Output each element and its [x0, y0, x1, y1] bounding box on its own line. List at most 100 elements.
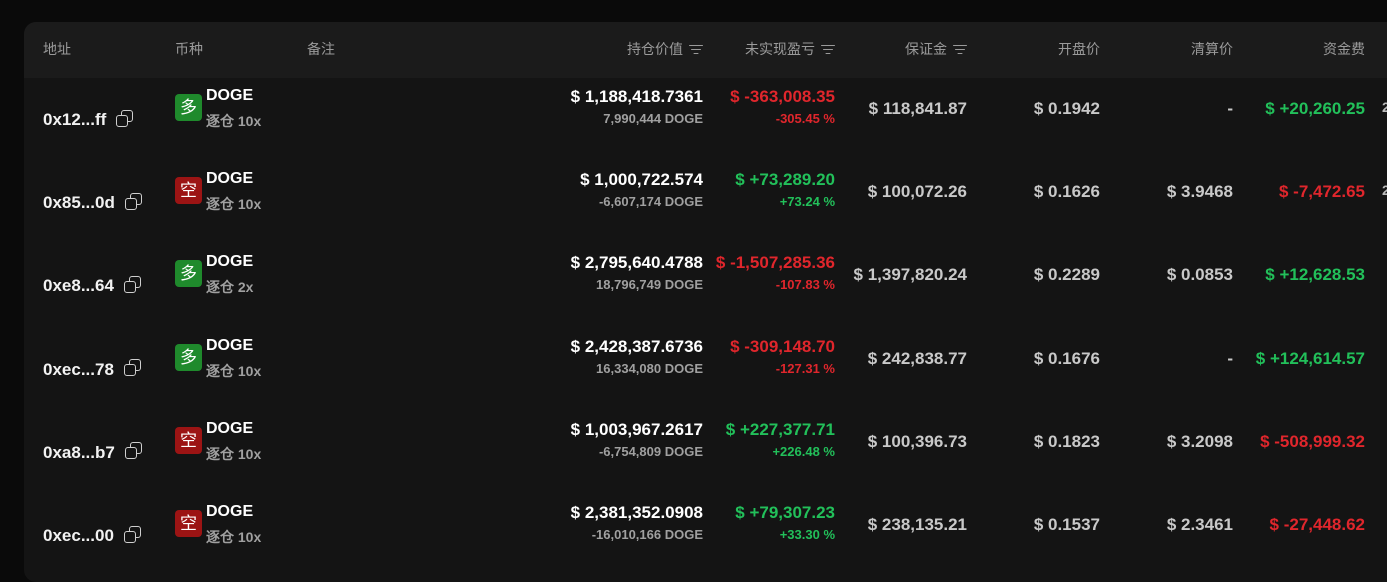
side-badge: 空 [175, 177, 202, 205]
margin-value: $ 100,396.73 [867, 431, 967, 451]
entry-price: $ 0.1626 [1033, 182, 1100, 202]
liq-price: - [1227, 99, 1233, 118]
address-cell: 0xec...00 [43, 494, 142, 577]
coin-name[interactable]: DOGE [206, 253, 253, 271]
entry-price: $ 0.1676 [1033, 348, 1100, 368]
funding-fee: $ -27,448.62 [1269, 515, 1365, 534]
unrealized-pnl-percent: -305.45 % [775, 111, 835, 126]
position-value: $ 2,381,352.0908 [570, 503, 703, 522]
header-unrealized-pnl[interactable]: 未实现盈亏 [745, 22, 835, 78]
positions-table: 地址 币种 备注 持仓价值 未实现盈亏 保证金 开盘价 清算价 资金费 0x12… [24, 22, 1387, 582]
address-cell: 0xec...78 [43, 328, 142, 411]
header-unrealized-pnl-label: 未实现盈亏 [745, 41, 815, 57]
unrealized-pnl: $ +73,289.20 [735, 170, 835, 190]
cut-off-column-value: 2 [1382, 99, 1387, 115]
table-row[interactable]: 0xec...78 多 DOGE 逐仓 10x $ 2,428,387.6736… [24, 328, 1387, 411]
table-row[interactable]: 0x12...ff 多 DOGE 逐仓 10x $ 1,188,418.7361… [24, 78, 1387, 161]
margin-value: $ 100,072.26 [867, 182, 967, 202]
address-text[interactable]: 0x85...0d [43, 193, 115, 212]
address-cell: 0xe8...64 [43, 244, 142, 327]
position-qty: 16,334,080 DOGE [596, 360, 703, 376]
position-qty: -16,010,166 DOGE [591, 527, 703, 542]
unrealized-pnl: $ -363,008.35 [730, 87, 835, 106]
unrealized-pnl: $ +227,377.71 [725, 419, 835, 439]
unrealized-pnl: $ -1,507,285.36 [715, 253, 835, 273]
entry-price: $ 0.2289 [1033, 265, 1100, 285]
side-badge: 空 [175, 510, 202, 537]
coin-name[interactable]: DOGE [206, 337, 253, 355]
address-text[interactable]: 0xec...00 [43, 526, 114, 545]
margin-mode: 逐仓 10x [206, 113, 262, 129]
sort-filter-icon[interactable] [821, 44, 835, 55]
header-entry-price: 开盘价 [1058, 41, 1100, 57]
header-funding: 资金费 [1323, 41, 1365, 57]
coin-name[interactable]: DOGE [206, 87, 253, 105]
margin-value: $ 118,841.87 [868, 99, 967, 118]
liq-price: $ 0.0853 [1166, 265, 1233, 285]
coin-name[interactable]: DOGE [206, 420, 253, 438]
margin-mode: 逐仓 2x [206, 279, 254, 296]
position-qty: 7,990,444 DOGE [603, 111, 703, 126]
copy-icon[interactable] [123, 525, 142, 544]
copy-icon[interactable] [124, 442, 143, 460]
funding-fee: $ -508,999.32 [1260, 431, 1365, 451]
header-note: 备注 [307, 41, 335, 57]
margin-mode: 逐仓 10x [206, 362, 262, 379]
unrealized-pnl: $ -309,148.70 [730, 336, 835, 356]
header-address: 地址 [43, 41, 71, 57]
margin-value: $ 238,135.21 [867, 515, 967, 534]
header-liq-price: 清算价 [1191, 41, 1233, 57]
unrealized-pnl-percent: +226.48 % [772, 443, 835, 459]
liq-price: $ 3.9468 [1166, 182, 1233, 202]
sort-filter-icon[interactable] [953, 44, 967, 55]
header-margin[interactable]: 保证金 [905, 22, 967, 78]
table-row[interactable]: 0xec...00 空 DOGE 逐仓 10x $ 2,381,352.0908… [24, 494, 1387, 577]
margin-value: $ 1,397,820.24 [853, 265, 967, 285]
header-coin: 币种 [175, 41, 203, 57]
unrealized-pnl: $ +79,307.23 [735, 503, 835, 522]
funding-fee: $ +20,260.25 [1265, 99, 1365, 118]
copy-icon[interactable] [123, 359, 142, 377]
table-header: 地址 币种 备注 持仓价值 未实现盈亏 保证金 开盘价 清算价 资金费 [24, 22, 1387, 78]
address-cell: 0x12...ff [43, 78, 134, 161]
position-qty: 18,796,749 DOGE [596, 277, 703, 293]
entry-price: $ 0.1823 [1033, 431, 1100, 451]
table-row[interactable]: 0xa8...b7 空 DOGE 逐仓 10x $ 1,003,967.2617… [24, 411, 1387, 494]
address-cell: 0xa8...b7 [43, 411, 143, 494]
unrealized-pnl-percent: +33.30 % [779, 527, 835, 542]
liq-price: $ 3.2098 [1166, 431, 1233, 451]
sort-filter-icon[interactable] [689, 44, 703, 55]
position-qty: -6,754,809 DOGE [598, 443, 703, 459]
entry-price: $ 0.1942 [1033, 99, 1100, 118]
position-value: $ 2,795,640.4788 [570, 253, 703, 273]
coin-name[interactable]: DOGE [206, 503, 253, 521]
cut-off-column-value: 2 [1382, 182, 1387, 199]
funding-fee: $ +124,614.57 [1255, 348, 1365, 368]
funding-fee: $ +12,628.53 [1265, 265, 1365, 285]
position-value: $ 1,188,418.7361 [570, 87, 703, 106]
coin-name[interactable]: DOGE [206, 170, 253, 188]
address-text[interactable]: 0xe8...64 [43, 276, 114, 295]
position-value: $ 1,003,967.2617 [570, 419, 703, 439]
copy-icon[interactable] [123, 275, 142, 294]
funding-fee: $ -7,472.65 [1278, 182, 1365, 202]
margin-mode: 逐仓 10x [206, 529, 262, 545]
address-cell: 0x85...0d [43, 161, 143, 244]
entry-price: $ 0.1537 [1033, 515, 1100, 534]
position-qty: -6,607,174 DOGE [598, 194, 703, 210]
address-text[interactable]: 0x12...ff [43, 110, 106, 129]
header-margin-label: 保证金 [905, 41, 947, 57]
unrealized-pnl-percent: +73.24 % [779, 194, 835, 210]
copy-icon[interactable] [124, 192, 143, 211]
side-badge: 多 [175, 260, 202, 288]
liq-price: $ 2.3461 [1166, 515, 1233, 534]
table-row[interactable]: 0xe8...64 多 DOGE 逐仓 2x $ 2,795,640.4788 … [24, 244, 1387, 327]
address-text[interactable]: 0xec...78 [43, 360, 114, 379]
address-text[interactable]: 0xa8...b7 [43, 443, 115, 462]
table-row[interactable]: 0x85...0d 空 DOGE 逐仓 10x $ 1,000,722.574 … [24, 161, 1387, 244]
header-position-value[interactable]: 持仓价值 [627, 22, 703, 78]
header-position-value-label: 持仓价值 [627, 41, 683, 57]
copy-icon[interactable] [116, 109, 134, 128]
margin-mode: 逐仓 10x [206, 445, 262, 462]
liq-price: - [1227, 348, 1233, 368]
